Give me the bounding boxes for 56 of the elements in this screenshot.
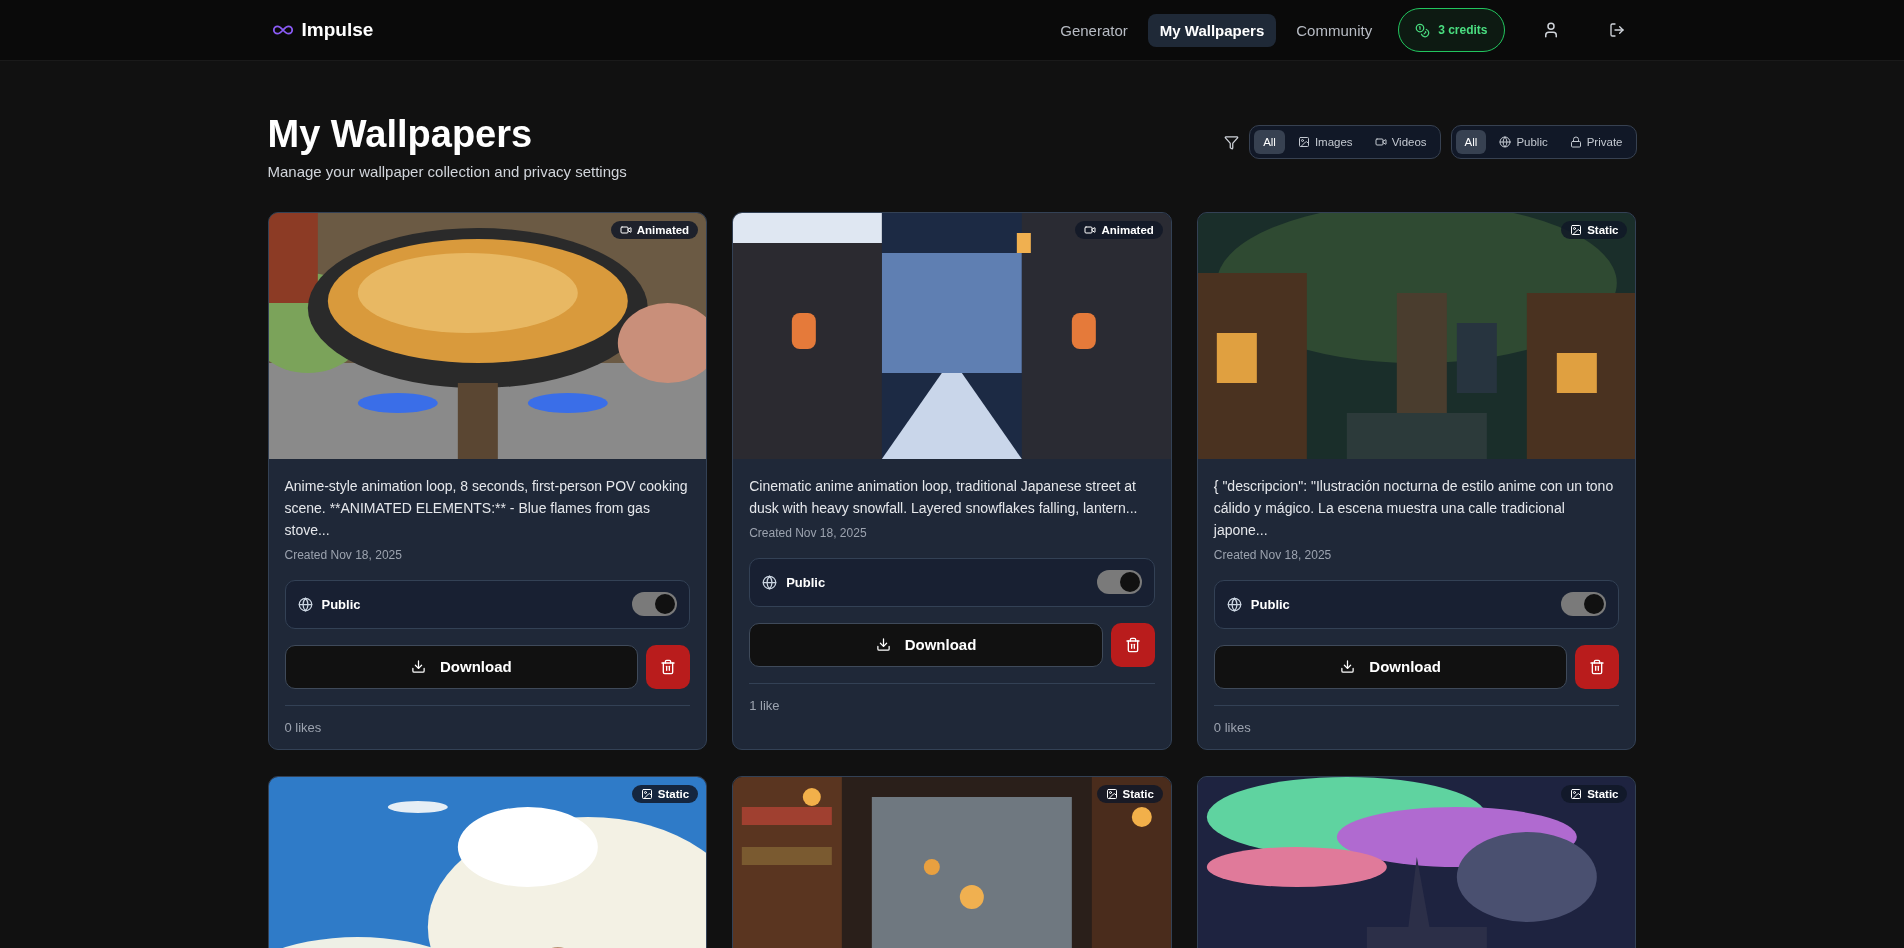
- privacy-label: Public: [321, 596, 362, 612]
- likes-count: 1 like: [749, 697, 781, 713]
- download-button[interactable]: Download: [1213, 644, 1568, 689]
- logout-icon: [1608, 22, 1625, 38]
- nav-link[interactable]: Generator: [1048, 13, 1140, 47]
- image-icon: [640, 787, 653, 800]
- globe-icon: [1499, 136, 1512, 148]
- likes-count: 0 likes: [284, 719, 323, 735]
- coins-icon: [1415, 22, 1431, 38]
- page-subtitle: Manage your wallpaper collection and privacy settings: [267, 162, 627, 180]
- download-icon: [411, 659, 426, 675]
- privacy-toggle[interactable]: [1096, 570, 1142, 595]
- delete-button[interactable]: [646, 644, 691, 689]
- nav-link[interactable]: My Wallpapers: [1147, 13, 1277, 47]
- filter-option[interactable]: Public: [1490, 130, 1557, 154]
- filter-option[interactable]: Videos: [1365, 130, 1436, 154]
- download-button[interactable]: Download: [749, 622, 1103, 667]
- download-button[interactable]: Download: [284, 644, 639, 689]
- filter-option[interactable]: Images: [1288, 130, 1362, 154]
- wallpaper-description: Cinematic anime animation loop, traditional Japanese street at dusk with heavy snowfall. Layered snowflakes falling, lantern...: [749, 476, 1139, 518]
- created-date: Created Nov 18, 2025: [284, 547, 403, 562]
- page-title: My Wallpapers: [267, 113, 534, 157]
- privacy-toggle[interactable]: [632, 592, 678, 617]
- privacy-label: Public: [1250, 596, 1291, 612]
- video-camera-icon: [619, 223, 632, 236]
- globe-icon: [297, 596, 313, 612]
- image-icon: [1570, 787, 1583, 800]
- delete-button[interactable]: [1575, 644, 1620, 689]
- delete-button[interactable]: [1110, 622, 1155, 667]
- image-icon: [1105, 787, 1118, 800]
- privacy-label: Public: [786, 574, 827, 590]
- credits-button[interactable]: 3 credits: [1398, 8, 1505, 52]
- image-icon: [1570, 223, 1583, 236]
- lock-icon: [1569, 136, 1582, 148]
- download-icon: [1340, 659, 1356, 675]
- created-date: Created Nov 18, 2025: [749, 525, 868, 540]
- video-camera-icon: [1374, 136, 1387, 148]
- privacy-toggle[interactable]: [1561, 592, 1607, 617]
- globe-icon: [1226, 596, 1242, 612]
- trash-icon: [660, 658, 677, 675]
- wallpaper-description: { "descripcion": "Ilustración nocturna de estilo anime con un tono cálido y mágico. La escena muestra una calle tradicional japone...: [1213, 476, 1615, 540]
- image-icon: [1297, 136, 1310, 148]
- trash-icon: [1124, 636, 1141, 653]
- filter-option[interactable]: Private: [1560, 130, 1632, 154]
- filter-icon: [1224, 134, 1240, 150]
- globe-icon: [762, 574, 778, 590]
- created-date: Created Nov 18, 2025: [1213, 547, 1333, 562]
- filter-option[interactable]: All: [1254, 130, 1285, 154]
- trash-icon: [1589, 658, 1606, 675]
- wallpaper-description: Anime-style animation loop, 8 seconds, first-person POV cooking scene. **ANIMATED ELEMENTS:** - Blue flames from gas stove...: [284, 476, 689, 540]
- likes-count: 0 likes: [1213, 719, 1252, 735]
- filter-option[interactable]: All: [1455, 130, 1487, 154]
- nav-link[interactable]: Community: [1284, 13, 1385, 47]
- video-camera-icon: [1084, 223, 1097, 236]
- download-icon: [875, 637, 891, 653]
- app-logo[interactable]: Impulse: [301, 19, 374, 41]
